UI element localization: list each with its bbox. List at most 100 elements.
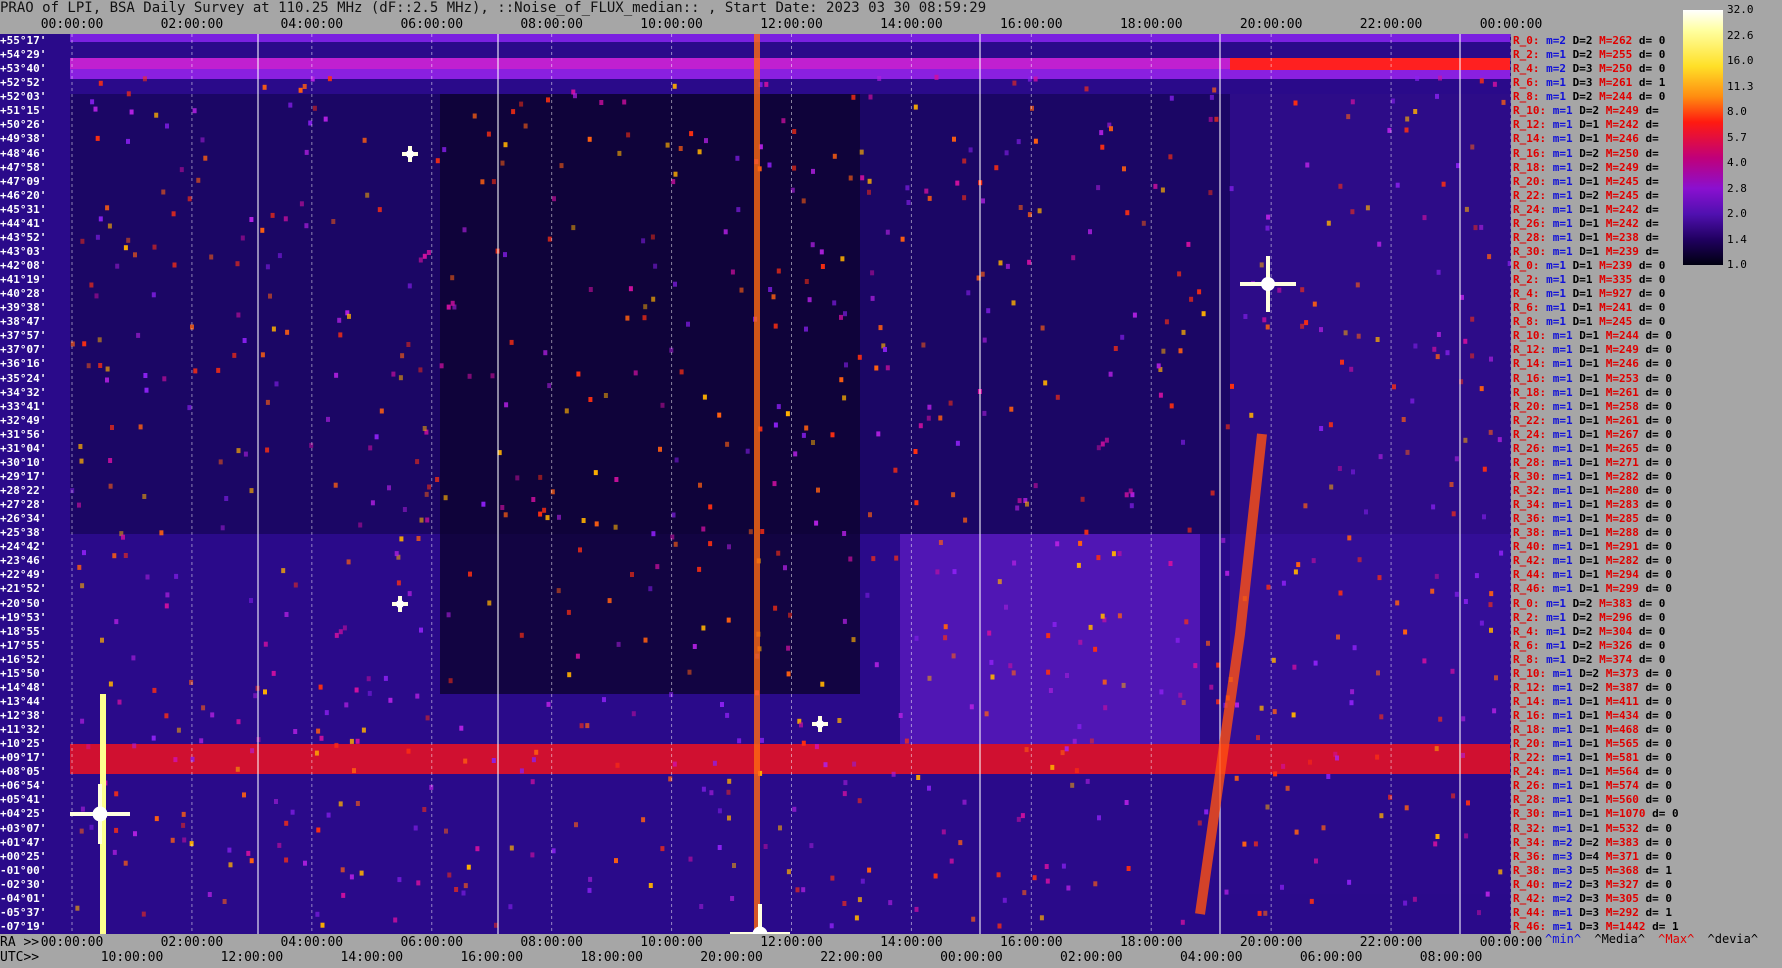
- spec-speckle: [340, 867, 345, 873]
- spec-speckle: [1463, 437, 1468, 443]
- spec-speckle: [1009, 406, 1014, 412]
- utc-axis-tick: 00:00:00: [940, 950, 1003, 965]
- spec-speckle: [573, 93, 577, 99]
- beam-stat-m: m=1: [1552, 807, 1580, 821]
- spec-speckle: [164, 713, 169, 719]
- spec-speckle: [406, 748, 411, 754]
- beam-stat-row: R_16: m=1 D=2 M=250 d=: [1513, 147, 1659, 160]
- beam-stat-row: R_28: m=1 D=1 M=560 d= 0: [1513, 793, 1672, 806]
- spec-speckle: [1285, 785, 1290, 791]
- spec-speckle: [811, 168, 815, 174]
- spec-speckle: [1352, 645, 1357, 651]
- spec-speckle: [613, 524, 618, 530]
- spec-speckle: [222, 899, 227, 904]
- spec-speckle: [1104, 437, 1109, 443]
- top-axis-tick: 08:00:00: [520, 17, 583, 32]
- ra-axis-tick: 00:00:00: [40, 935, 104, 950]
- spec-speckle: [1410, 398, 1415, 404]
- spec-speckle: [1076, 562, 1081, 568]
- spec-speckle: [1055, 541, 1060, 547]
- spec-speckle: [1033, 76, 1038, 82]
- beam-stat-m: m=1: [1552, 371, 1580, 385]
- spec-speckle: [243, 451, 248, 457]
- beam-stat-dev: d=: [1645, 202, 1659, 216]
- colorbar: [1683, 10, 1723, 265]
- spec-speckle: [1434, 573, 1439, 579]
- spec-speckle: [462, 227, 467, 233]
- spec-speckle: [1229, 186, 1234, 192]
- spec-speckle: [1109, 126, 1113, 132]
- beam-stat-m: m=1: [1552, 582, 1580, 596]
- spec-speckle: [1027, 259, 1032, 265]
- spec-speckle: [913, 449, 918, 454]
- spec-speckle: [1120, 334, 1125, 340]
- declination-label: +48°46': [0, 146, 47, 160]
- spec-speckle: [739, 287, 744, 293]
- beam-stat-x: M=282: [1605, 554, 1646, 568]
- spec-speckle: [1184, 619, 1189, 625]
- beam-stat-d: D=1: [1579, 202, 1606, 216]
- beam-stat-dev: d= 0: [1645, 793, 1673, 807]
- beam-stat-r: R_30:: [1513, 807, 1553, 821]
- spec-speckle: [218, 459, 223, 465]
- beam-stat-d: D=1: [1579, 821, 1606, 835]
- spec-speckle: [900, 236, 905, 242]
- spec-speckle: [181, 822, 186, 828]
- spectrogram-plot[interactable]: [0, 34, 1512, 964]
- spec-speckle: [1350, 689, 1355, 695]
- beam-stat-m: m=1: [1546, 273, 1573, 287]
- spec-speckle: [958, 840, 963, 846]
- spec-speckle: [792, 806, 797, 812]
- spec-speckle: [1356, 333, 1361, 339]
- beam-stat-m: m=1: [1552, 188, 1580, 202]
- beam-stat-r: R_8:: [1513, 90, 1547, 104]
- spec-speckle: [316, 827, 321, 833]
- spec-speckle: [228, 862, 233, 868]
- beam-stat-row: R_18: m=1 D=1 M=261 d= 0: [1513, 386, 1672, 399]
- spec-speckle: [1065, 673, 1069, 678]
- spec-speckle: [941, 829, 946, 835]
- spec-speckle: [538, 511, 543, 517]
- spec-speckle: [772, 481, 777, 487]
- spec-speckle: [1292, 664, 1297, 670]
- spec-streak: [754, 34, 760, 934]
- beam-stat-r: R_18:: [1513, 385, 1553, 399]
- spec-speckle: [1445, 350, 1450, 356]
- beam-stat-x: M=368: [1605, 863, 1646, 877]
- beam-stat-row: R_8: m=1 D=2 M=374 d= 0: [1513, 653, 1665, 666]
- top-axis-tick: 22:00:00: [1359, 17, 1423, 32]
- spec-speckle: [133, 252, 137, 258]
- beam-stat-d: D=3: [1572, 76, 1600, 90]
- spec-speckle: [883, 347, 887, 352]
- beam-stat-d: D=1: [1579, 230, 1606, 244]
- beam-stat-dev: d= 0: [1645, 427, 1673, 441]
- spec-speckle: [115, 263, 120, 269]
- spec-speckle: [224, 496, 229, 501]
- beam-stat-row: R_38: m=3 D=5 M=368 d= 1: [1513, 864, 1672, 877]
- spec-speckle: [79, 828, 84, 834]
- spec-speckle: [804, 425, 809, 431]
- spec-speckle: [735, 155, 740, 161]
- beam-stat-row: R_16: m=1 D=1 M=434 d= 0: [1513, 709, 1672, 722]
- bottom-ra-axis: RA >> 00:00:00 02:00:00 04:00:00 06:00:00 08…: [0, 936, 1782, 950]
- declination-label: +43°03': [0, 244, 47, 258]
- spec-speckle: [599, 100, 604, 105]
- spec-speckle: [781, 118, 786, 124]
- spec-speckle: [319, 735, 324, 741]
- beam-stat-d: D=1: [1579, 554, 1606, 568]
- spec-speckle: [730, 896, 735, 901]
- spec-speckle: [1271, 657, 1276, 663]
- spec-speckle: [89, 824, 94, 830]
- spec-speckle: [249, 858, 254, 864]
- spec-speckle: [842, 618, 847, 624]
- spec-speckle: [832, 300, 837, 306]
- spec-speckle: [823, 762, 828, 768]
- spec-speckle: [406, 342, 411, 347]
- ra-axis-tick: 00:00:00: [1479, 935, 1543, 950]
- spec-speckle: [839, 314, 843, 320]
- spec-speckle: [1161, 348, 1166, 354]
- beam-stat-x: M=304: [1599, 624, 1639, 638]
- spec-speckle: [1037, 208, 1042, 214]
- declination-label: -05°37': [0, 905, 47, 919]
- spec-speckle: [860, 878, 865, 884]
